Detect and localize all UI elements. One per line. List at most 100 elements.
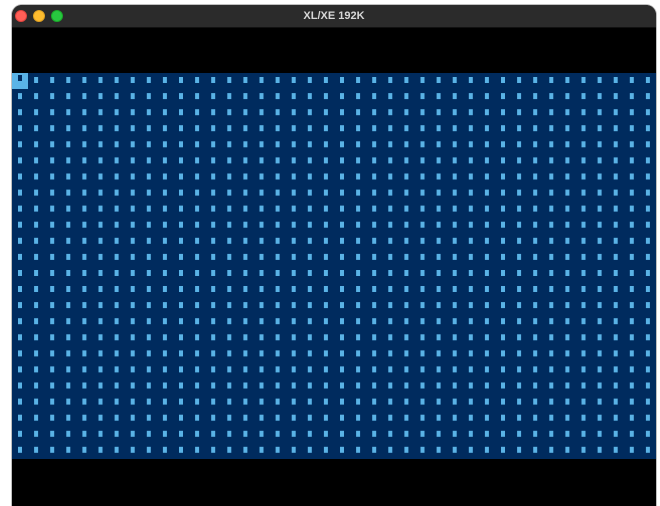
screen-character-cell bbox=[629, 414, 634, 421]
screen-character-cell bbox=[420, 205, 425, 212]
screen-character-cell bbox=[549, 382, 554, 389]
screen-character-cell bbox=[484, 446, 489, 453]
screen-character-cell bbox=[597, 237, 602, 244]
screen-character-cell bbox=[98, 334, 103, 341]
screen-character-cell bbox=[404, 398, 409, 405]
screen-character-cell bbox=[613, 93, 618, 100]
screen-character-cell bbox=[533, 302, 538, 309]
screen-character-cell bbox=[162, 157, 167, 164]
screen-character-cell bbox=[565, 318, 570, 325]
screen-character-cell bbox=[420, 189, 425, 196]
screen-character-cell bbox=[501, 414, 505, 421]
screen-character-cell bbox=[613, 398, 618, 405]
screen-character-cell bbox=[66, 125, 71, 132]
screen-character-cell bbox=[501, 350, 505, 357]
screen-character-cell bbox=[291, 318, 296, 325]
screen-character-cell bbox=[484, 366, 489, 373]
screen-character-cell bbox=[404, 318, 409, 325]
screen-character-cell bbox=[82, 109, 87, 116]
emulator-screen[interactable] bbox=[12, 28, 656, 506]
screen-character-cell bbox=[114, 141, 119, 148]
screen-character-cell bbox=[517, 221, 522, 228]
screen-character-cell bbox=[243, 350, 248, 357]
screen-character-cell bbox=[243, 318, 248, 325]
screen-character-cell bbox=[645, 157, 650, 164]
screen-character-cell bbox=[452, 398, 457, 405]
screen-character-cell bbox=[146, 157, 151, 164]
screen-character-cell bbox=[114, 270, 119, 276]
screen-character-cell bbox=[307, 366, 312, 373]
screen-character-cell bbox=[323, 77, 328, 83]
screen-character-cell bbox=[18, 286, 22, 292]
screen-character-cell bbox=[162, 286, 167, 292]
screen-character-cell bbox=[34, 77, 39, 83]
screen-character-cell bbox=[98, 350, 103, 357]
screen-character-cell bbox=[452, 382, 457, 389]
screen-character-cell bbox=[452, 270, 457, 276]
screen-character-cell bbox=[613, 270, 618, 276]
screen-character-cell bbox=[533, 382, 538, 389]
screen-character-cell bbox=[452, 318, 457, 325]
screen-character-cell bbox=[211, 270, 216, 276]
screen-character-cell bbox=[275, 414, 280, 421]
screen-character-cell bbox=[18, 318, 22, 325]
screen-character-cell bbox=[404, 366, 409, 373]
screen-character-cell bbox=[162, 253, 167, 260]
screen-character-cell bbox=[372, 270, 377, 276]
screen-character-cell bbox=[114, 446, 119, 453]
screen-character-cell bbox=[82, 334, 87, 341]
screen-character-cell bbox=[275, 334, 280, 341]
screen-character-cell bbox=[388, 221, 393, 228]
screen-character-cell bbox=[18, 205, 22, 212]
screen-character-cell bbox=[18, 173, 22, 180]
screen-character-cell bbox=[50, 205, 55, 212]
screen-character-cell bbox=[436, 253, 441, 260]
title-bar[interactable]: XL/XE 192K bbox=[12, 5, 656, 28]
screen-character-cell bbox=[114, 221, 119, 228]
screen-character-cell bbox=[162, 366, 167, 373]
cursor-character-glyph bbox=[18, 75, 22, 81]
screen-character-cell bbox=[356, 350, 361, 357]
screen-character-cell bbox=[98, 302, 103, 309]
screen-character-cell bbox=[98, 286, 103, 292]
screen-character-cell bbox=[549, 189, 554, 196]
screen-character-cell bbox=[404, 109, 409, 116]
screen-character-cell bbox=[356, 253, 361, 260]
screen-character-cell bbox=[549, 318, 554, 325]
screen-character-cell bbox=[484, 77, 489, 83]
screen-character-cell bbox=[66, 414, 71, 421]
screen-character-cell bbox=[18, 253, 22, 260]
screen-character-cell bbox=[388, 382, 393, 389]
screen-character-cell bbox=[340, 109, 344, 116]
screen-character-cell bbox=[275, 141, 280, 148]
screen-character-cell bbox=[50, 141, 55, 148]
screen-character-cell bbox=[50, 350, 55, 357]
screen-character-cell bbox=[645, 350, 650, 357]
screen-character-cell bbox=[372, 173, 377, 180]
screen-character-cell bbox=[645, 286, 650, 292]
screen-character-cell bbox=[613, 141, 618, 148]
screen-character-cell bbox=[356, 318, 361, 325]
screen-character-cell bbox=[50, 125, 55, 132]
screen-character-cell bbox=[613, 125, 618, 132]
screen-character-cell bbox=[18, 157, 22, 164]
screen-character-cell bbox=[114, 302, 119, 309]
screen-character-cell bbox=[66, 93, 71, 100]
screen-character-cell bbox=[436, 414, 441, 421]
screen-character-cell bbox=[404, 77, 409, 83]
screen-character-cell bbox=[420, 446, 425, 453]
screen-character-cell bbox=[484, 173, 489, 180]
screen-character-cell bbox=[597, 221, 602, 228]
screen-character-cell bbox=[517, 334, 522, 341]
screen-character-cell bbox=[549, 93, 554, 100]
screen-character-cell bbox=[50, 270, 55, 276]
screen-character-cell bbox=[130, 366, 135, 373]
screen-character-cell bbox=[243, 173, 248, 180]
screen-character-cell bbox=[195, 125, 200, 132]
screen-character-cell bbox=[436, 157, 441, 164]
screen-character-cell bbox=[146, 286, 151, 292]
screen-character-cell bbox=[581, 446, 586, 453]
screen-character-cell bbox=[597, 93, 602, 100]
screen-character-cell bbox=[146, 446, 151, 453]
screen-character-cell bbox=[356, 109, 361, 116]
